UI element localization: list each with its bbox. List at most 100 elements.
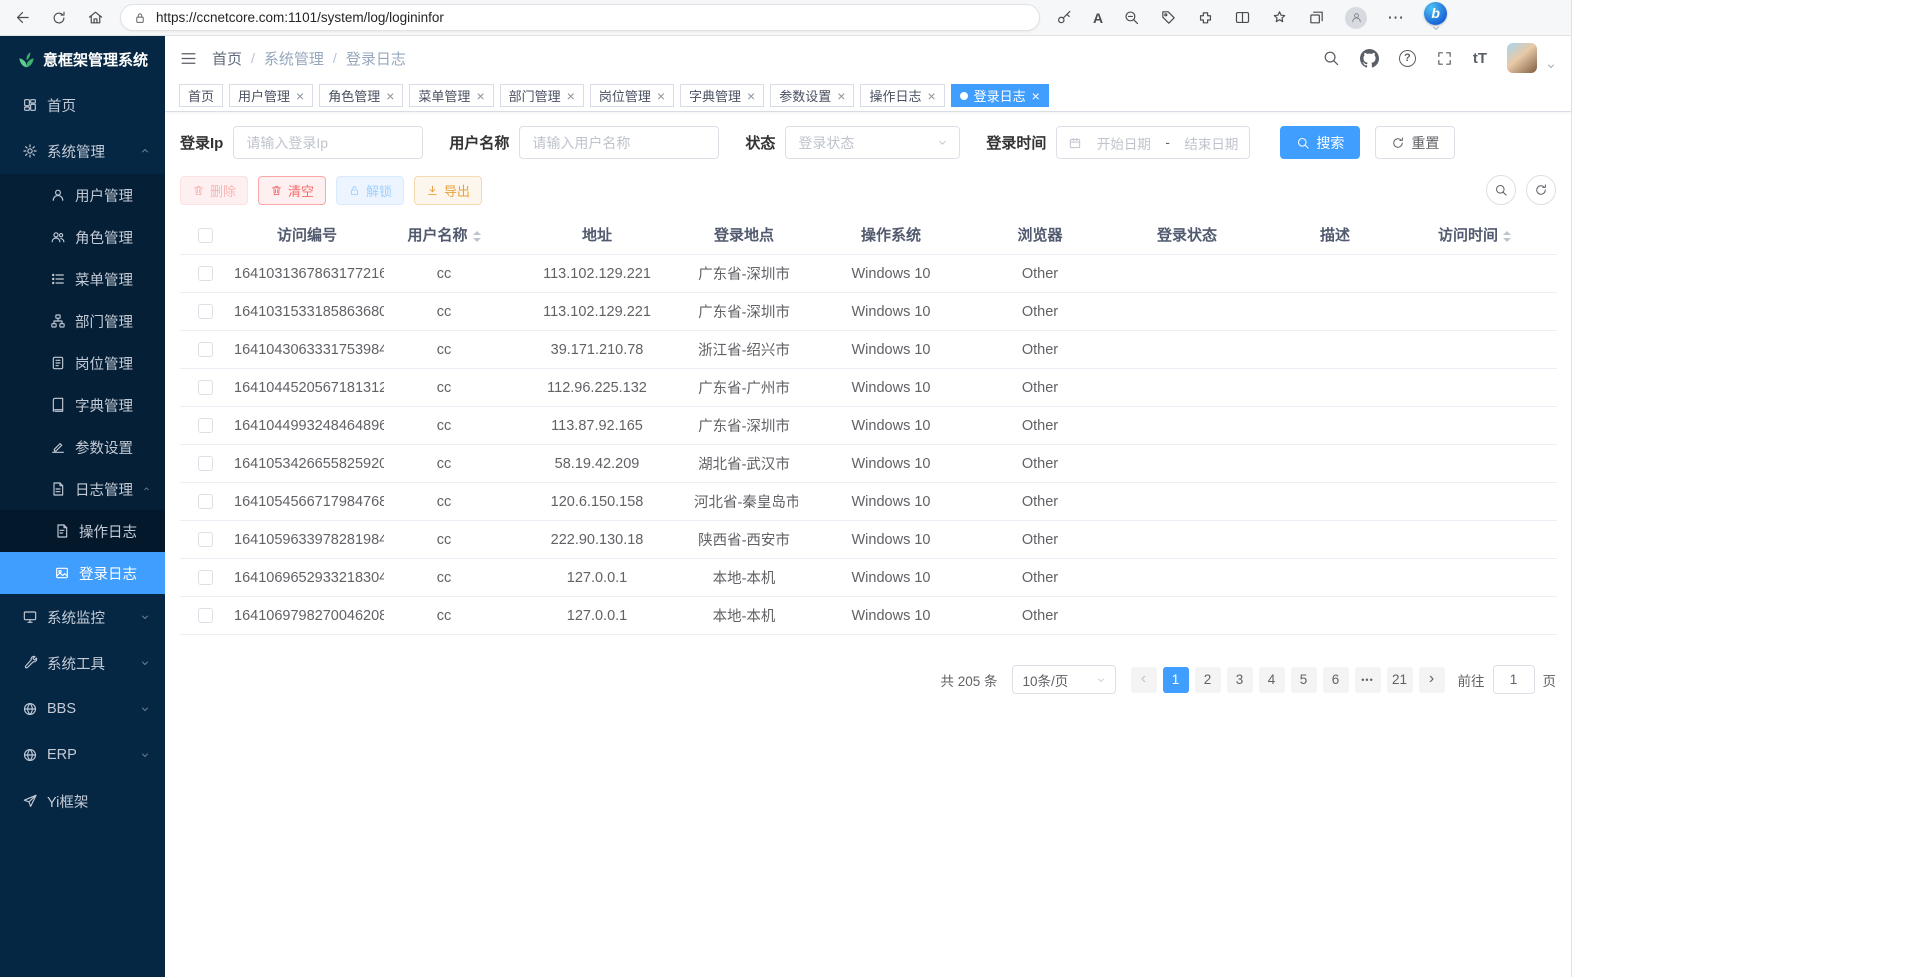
sidebar-item-system-monitor[interactable]: 系统监控 [0,594,165,640]
tab-user-management[interactable]: 用户管理× [229,84,313,107]
sidebar-item-menu-management[interactable]: 菜单管理 [0,258,165,300]
page-size-select[interactable]: 10条/页 [1012,665,1116,694]
tab-menu-management[interactable]: 菜单管理× [409,84,493,107]
password-manager-button[interactable] [1056,9,1073,26]
page-button-3[interactable]: 3 [1227,667,1253,693]
table-row[interactable]: 1641053426655825920 cc 58.19.42.209 湖北省-… [180,445,1557,483]
sidebar-item-post-management[interactable]: 岗位管理 [0,342,165,384]
copilot-button[interactable]: b [1424,2,1447,34]
tab-home[interactable]: 首页 [179,84,223,107]
page-button-4[interactable]: 4 [1259,667,1285,693]
sort-caret[interactable] [473,231,481,242]
tab-close-icon[interactable]: × [1032,89,1040,103]
clear-button[interactable]: 清空 [258,176,326,205]
sidebar-item-yi-framework[interactable]: Yi框架 [0,778,165,824]
tab-param-settings[interactable]: 参数设置× [770,84,854,107]
zoom-button[interactable] [1123,9,1140,26]
sidebar-item-home[interactable]: 首页 [0,82,165,128]
favorites-button[interactable] [1271,9,1288,26]
export-button[interactable]: 导出 [414,176,482,205]
tab-close-icon[interactable]: × [296,89,304,103]
col-user-name[interactable]: 用户名称 [384,215,504,255]
sort-caret[interactable] [1503,231,1511,242]
sidebar-item-role-management[interactable]: 角色管理 [0,216,165,258]
collections-button[interactable] [1308,9,1325,26]
breadcrumb-item[interactable]: 首页 [212,48,242,69]
select-all-checkbox[interactable] [198,228,213,243]
col-access-time[interactable]: 访问时间 [1392,215,1557,255]
refresh-table-button[interactable] [1526,175,1556,205]
tab-operation-log[interactable]: 操作日志× [860,84,944,107]
row-checkbox[interactable] [198,418,213,433]
table-row[interactable]: 1641031367863177216 cc 113.102.129.221 广… [180,255,1557,293]
sidebar-item-bbs[interactable]: BBS [0,686,165,732]
page-button-2[interactable]: 2 [1195,667,1221,693]
row-checkbox[interactable] [198,380,213,395]
tab-login-log[interactable]: 登录日志× [951,84,1049,107]
sidebar-item-system-management[interactable]: 系统管理 [0,128,165,174]
sidebar-item-system-tools[interactable]: 系统工具 [0,640,165,686]
address-bar[interactable]: https://ccnetcore.com:1101/system/log/lo… [120,4,1040,31]
sidebar-item-dict-management[interactable]: 字典管理 [0,384,165,426]
back-button[interactable] [14,9,31,26]
github-button[interactable] [1360,49,1379,68]
font-size-button[interactable]: tT [1473,50,1487,67]
sidebar-item-param-settings[interactable]: 参数设置 [0,426,165,468]
page-button-6[interactable]: 6 [1323,667,1349,693]
search-button[interactable]: 搜索 [1280,126,1360,159]
page-button-21[interactable]: 21 [1387,667,1413,693]
table-row[interactable]: 1641054566717984768 cc 120.6.150.158 河北省… [180,483,1557,521]
table-row[interactable]: 1641031533185863680 cc 113.102.129.221 广… [180,293,1557,331]
help-button[interactable]: ? [1399,50,1416,67]
page-button-1[interactable]: 1 [1163,667,1189,693]
table-row[interactable]: 1641044993248464896 cc 113.87.92.165 广东省… [180,407,1557,445]
tab-dict-management[interactable]: 字典管理× [680,84,764,107]
home-button[interactable] [87,9,104,26]
page-button-5[interactable]: 5 [1291,667,1317,693]
user-avatar[interactable] [1507,43,1537,73]
tab-close-icon[interactable]: × [476,89,484,103]
header-search-button[interactable] [1322,49,1340,67]
prev-page-button[interactable]: ‹ [1131,667,1157,693]
page-ellipsis-button[interactable]: ••• [1355,667,1381,693]
table-row[interactable]: 1641044520567181312 cc 112.96.225.132 广东… [180,369,1557,407]
tab-close-icon[interactable]: × [747,89,755,103]
table-row[interactable]: 1641069798270046208 cc 127.0.0.1 本地-本机 W… [180,597,1557,635]
reset-button[interactable]: 重置 [1375,126,1455,159]
table-row[interactable]: 1641043063331753984 cc 39.171.210.78 浙江省… [180,331,1557,369]
tab-close-icon[interactable]: × [927,89,935,103]
row-checkbox[interactable] [198,456,213,471]
sidebar-item-user-management[interactable]: 用户管理 [0,174,165,216]
row-checkbox[interactable] [198,266,213,281]
unlock-button[interactable]: 解锁 [336,176,404,205]
row-checkbox[interactable] [198,494,213,509]
shopping-button[interactable] [1160,9,1177,26]
extensions-button[interactable] [1197,9,1214,26]
row-checkbox[interactable] [198,608,213,623]
split-screen-button[interactable] [1234,9,1251,26]
user-name-input[interactable] [519,126,719,159]
sidebar-item-operation-log[interactable]: 操作日志 [0,510,165,552]
login-ip-input[interactable] [233,126,423,159]
browser-profile-button[interactable] [1345,7,1367,29]
status-select[interactable]: 登录状态 [785,126,960,159]
row-checkbox[interactable] [198,304,213,319]
goto-page-input[interactable] [1493,665,1535,694]
tab-close-icon[interactable]: × [837,89,845,103]
browser-menu-button[interactable]: ⋯ [1387,9,1404,26]
fullscreen-button[interactable] [1436,50,1453,67]
login-time-range-picker[interactable]: 开始日期 - 结束日期 [1056,126,1250,159]
tab-post-management[interactable]: 岗位管理× [590,84,674,107]
row-checkbox[interactable] [198,342,213,357]
next-page-button[interactable]: › [1419,667,1445,693]
sidebar-item-dept-management[interactable]: 部门管理 [0,300,165,342]
read-aloud-button[interactable]: A [1093,10,1103,26]
tab-close-icon[interactable]: × [386,89,394,103]
tab-close-icon[interactable]: × [657,89,665,103]
table-row[interactable]: 1641069652933218304 cc 127.0.0.1 本地-本机 W… [180,559,1557,597]
breadcrumb-item[interactable]: 系统管理 [264,48,324,69]
sidebar-item-erp[interactable]: ERP [0,732,165,778]
sidebar-item-login-log[interactable]: 登录日志 [0,552,165,594]
tab-role-management[interactable]: 角色管理× [319,84,403,107]
table-row[interactable]: 1641059633978281984 cc 222.90.130.18 陕西省… [180,521,1557,559]
